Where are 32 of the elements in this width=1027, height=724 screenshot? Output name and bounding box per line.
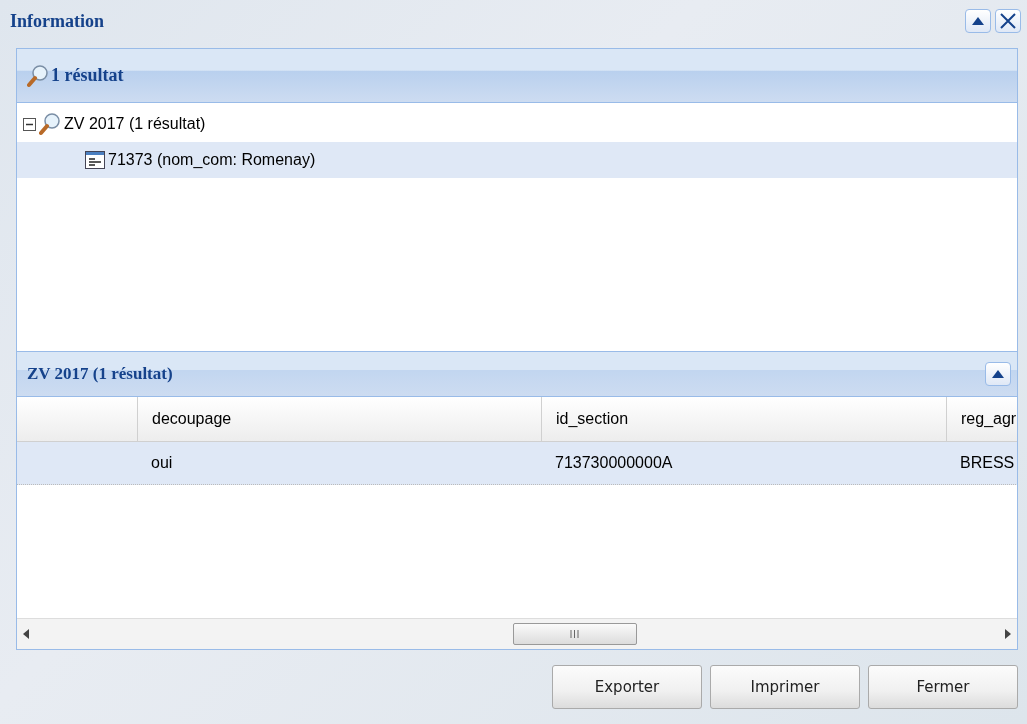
collapse-button[interactable] bbox=[965, 9, 991, 33]
column-header[interactable]: decoupage bbox=[137, 397, 541, 441]
scroll-left-icon[interactable] bbox=[23, 629, 29, 639]
collapse-up-icon bbox=[992, 370, 1004, 378]
panel-title: ZV 2017 (1 résultat) bbox=[27, 364, 174, 384]
list-record-icon bbox=[85, 151, 105, 169]
tree-node-label: ZV 2017 (1 résultat) bbox=[64, 115, 206, 133]
action-button[interactable]: Fermer bbox=[868, 665, 1018, 709]
magnifier-icon bbox=[39, 112, 61, 136]
column-header[interactable]: reg_agr bbox=[946, 397, 1017, 441]
table-cell-text: BRESS bbox=[959, 453, 1016, 473]
horizontal-scrollbar[interactable] bbox=[17, 618, 1017, 649]
grip-icon bbox=[570, 630, 579, 638]
tree-node-label: 71373 (nom_com: Romenay) bbox=[108, 151, 316, 169]
column-header[interactable]: id_section bbox=[541, 397, 946, 441]
window-title: Information bbox=[10, 10, 105, 33]
table-row[interactable]: oui 713730000000A BRESS bbox=[17, 442, 1017, 485]
close-button[interactable] bbox=[995, 9, 1021, 33]
table-cell-text: oui bbox=[150, 453, 174, 473]
collapse-icon[interactable] bbox=[23, 117, 36, 131]
collapse-button[interactable] bbox=[985, 362, 1011, 386]
scroll-right-icon[interactable] bbox=[1005, 629, 1011, 639]
magnifier-icon bbox=[27, 63, 49, 88]
action-button[interactable]: Exporter bbox=[552, 665, 702, 709]
tree-node[interactable]: 71373 (nom_com: Romenay) bbox=[17, 142, 1017, 178]
collapse-up-icon bbox=[972, 17, 984, 25]
panel-title: 1 résultat bbox=[51, 65, 124, 86]
scrollbar-thumb[interactable] bbox=[512, 623, 637, 645]
tree-node[interactable]: ZV 2017 (1 résultat) bbox=[17, 106, 1017, 142]
table-cell-text: 713730000000A bbox=[554, 453, 674, 473]
close-icon bbox=[1000, 13, 1016, 29]
action-button[interactable]: Imprimer bbox=[710, 665, 860, 709]
